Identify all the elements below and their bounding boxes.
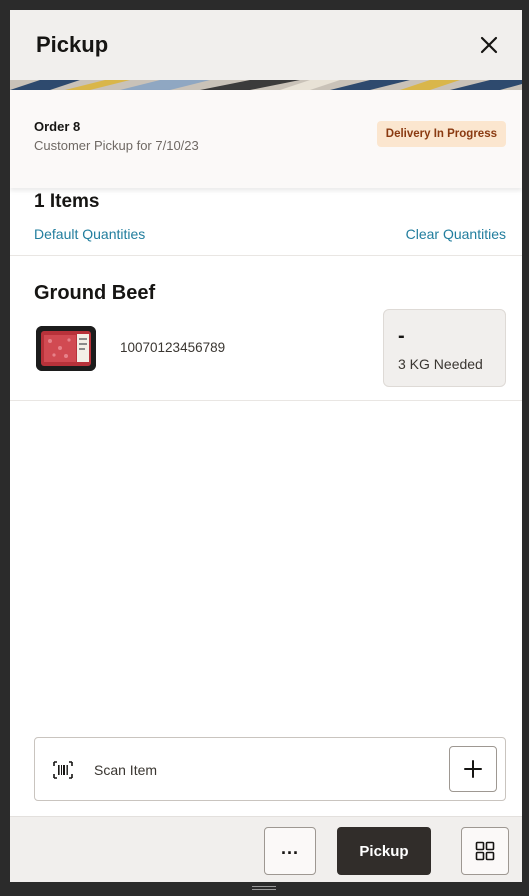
- header-bar: Pickup: [10, 10, 522, 80]
- footer-toolbar: ... Pickup: [10, 816, 522, 882]
- divider: [10, 255, 522, 256]
- order-title: Order 8: [34, 119, 81, 134]
- order-card[interactable]: Order 8 Customer Pickup for 7/10/23 Deli…: [10, 90, 522, 188]
- items-count: 1 Items: [34, 191, 100, 212]
- divider: [10, 400, 522, 401]
- decorative-pattern-band: [10, 80, 522, 90]
- quantity-value: -: [398, 325, 405, 347]
- clear-quantities-link[interactable]: Clear Quantities: [406, 226, 506, 242]
- page-title: Pickup: [36, 32, 109, 57]
- default-quantities-link[interactable]: Default Quantities: [34, 226, 145, 242]
- product-name: Ground Beef: [34, 282, 156, 304]
- scan-item-field[interactable]: Scan Item: [34, 737, 506, 801]
- drag-handle[interactable]: [252, 886, 276, 890]
- pickup-panel: Pickup Order 8 Customer Pickup for 7/10/…: [10, 10, 522, 882]
- close-icon: [480, 36, 498, 54]
- order-subtitle: Customer Pickup for 7/10/23: [34, 138, 199, 153]
- add-item-button[interactable]: [449, 746, 497, 792]
- product-code: 10070123456789: [120, 340, 226, 355]
- status-badge: Delivery In Progress: [376, 121, 506, 147]
- barcode-icon: [53, 761, 73, 779]
- plus-icon: [464, 760, 482, 778]
- quantity-input[interactable]: - 3 KG Needed: [383, 309, 506, 387]
- app-frame: Pickup Order 8 Customer Pickup for 7/10/…: [0, 0, 529, 896]
- grid-icon: [475, 841, 495, 861]
- product-image: [36, 326, 96, 371]
- more-options-button[interactable]: ...: [264, 827, 316, 875]
- more-options-label: ...: [280, 838, 299, 858]
- quantity-needed: 3 KG Needed: [398, 356, 483, 372]
- scan-item-label: Scan Item: [94, 762, 158, 778]
- pickup-button[interactable]: Pickup: [337, 827, 431, 875]
- close-button[interactable]: [474, 30, 504, 60]
- grid-view-button[interactable]: [461, 827, 509, 875]
